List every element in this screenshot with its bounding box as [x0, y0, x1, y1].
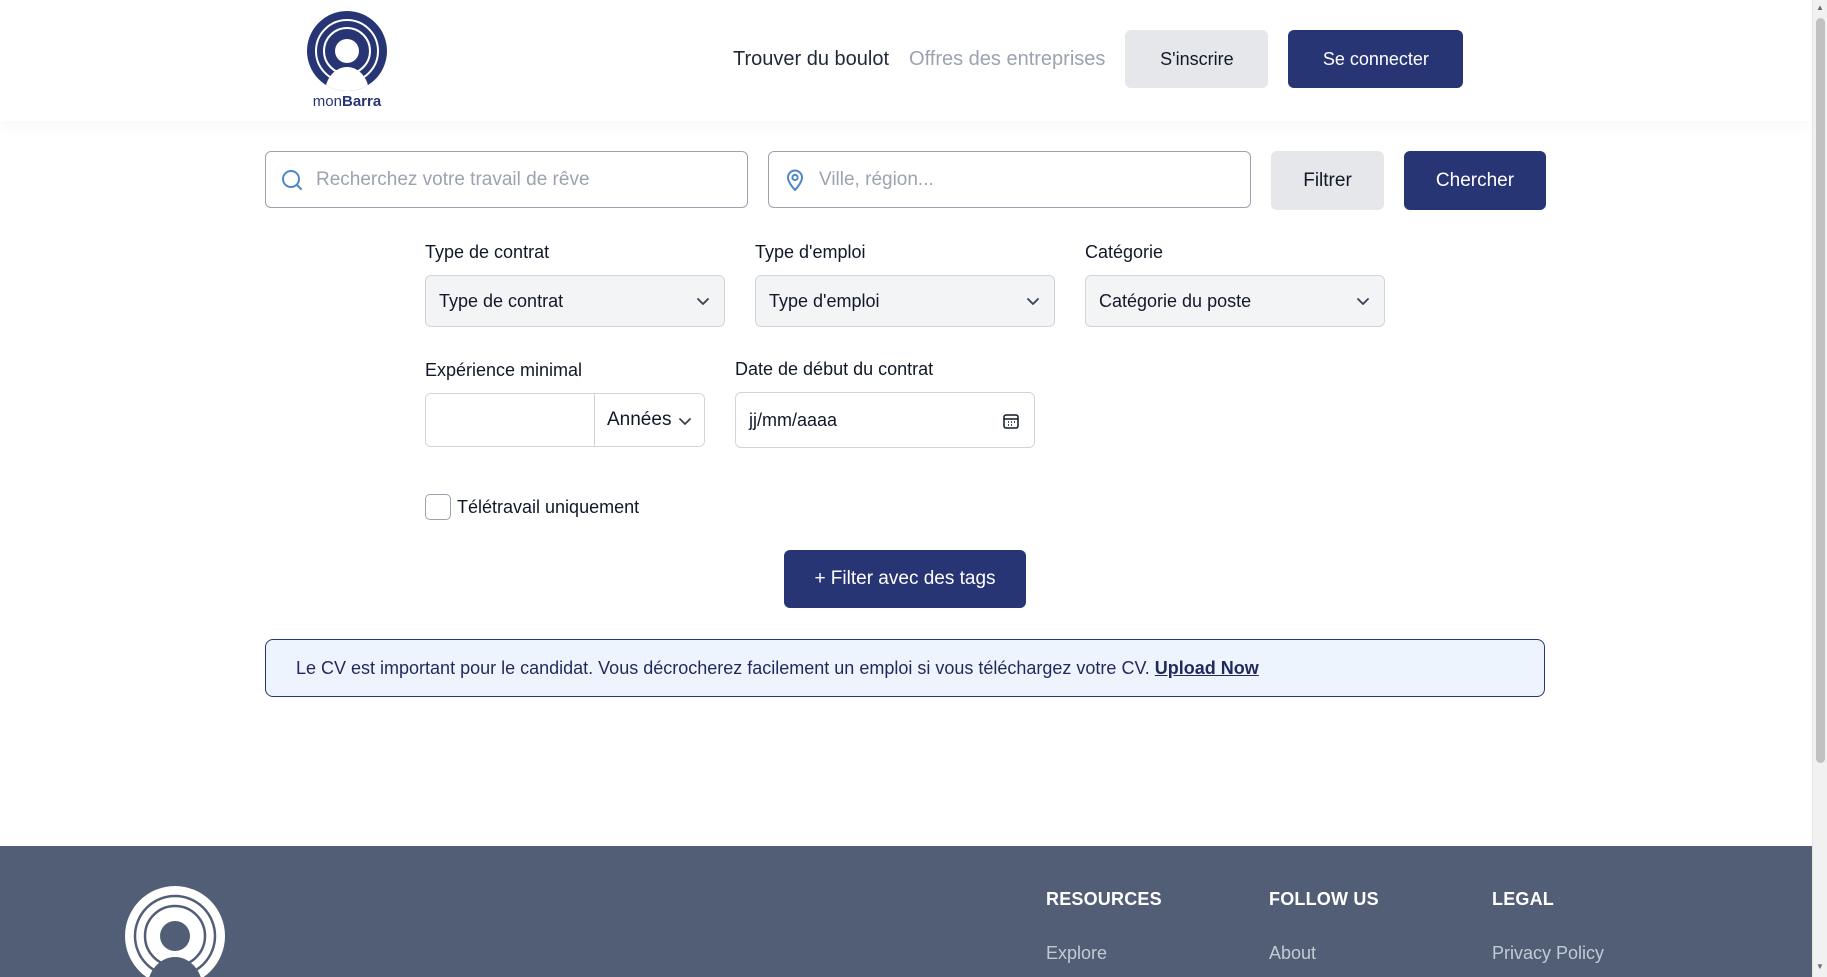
remote-only-checkbox[interactable] [425, 494, 451, 520]
experience-field: Années [425, 393, 705, 447]
remote-only-option: Télétravail uniquement [425, 494, 639, 520]
footer-privacy-link[interactable]: Privacy Policy [1492, 943, 1604, 964]
site-header: monBarra Trouver du boulot Offres des en… [0, 0, 1812, 121]
location-field [768, 151, 1251, 208]
location-input[interactable] [769, 152, 1250, 207]
contract-type-select[interactable]: Type de contrat [425, 275, 725, 327]
chevron-down-icon [697, 298, 709, 305]
experience-input[interactable] [426, 394, 594, 446]
filter-with-tags-button[interactable]: + Filter avec des tags [784, 550, 1026, 608]
footer-legal-column: LEGAL Privacy Policy [1492, 889, 1604, 964]
job-search-input[interactable] [266, 152, 747, 207]
start-date-label: Date de début du contrat [735, 359, 934, 379]
footer-explore-link[interactable]: Explore [1046, 943, 1162, 964]
job-search-field [265, 151, 748, 208]
scroll-up-arrow-icon[interactable]: ▲ [1815, 3, 1825, 13]
scroll-down-arrow-icon[interactable]: ▼ [1815, 962, 1825, 972]
footer-about-link[interactable]: About [1269, 943, 1379, 964]
footer-resources-column: RESOURCES Explore [1046, 889, 1162, 964]
calendar-icon[interactable] [1002, 412, 1020, 430]
location-pin-icon [787, 169, 803, 191]
filter-button[interactable]: Filtrer [1271, 151, 1384, 210]
experience-unit-select[interactable]: Années [594, 394, 704, 446]
category-label: Catégorie [1085, 242, 1164, 262]
chevron-down-icon [1357, 298, 1369, 305]
footer-follow-column: FOLLOW US About [1269, 889, 1379, 964]
page-scrollbar[interactable]: ▲ ▼ [1812, 0, 1827, 977]
start-date-value: jj/mm/aaaa [749, 409, 838, 430]
job-type-value: Type d'emploi [769, 290, 880, 311]
nav-company-offers[interactable]: Offres des entreprises [909, 48, 1105, 71]
contract-type-label: Type de contrat [425, 242, 550, 262]
category-value: Catégorie du poste [1099, 290, 1252, 311]
brand-wordmark: monBarra [312, 93, 382, 110]
search-icon [282, 170, 302, 190]
remote-only-label[interactable]: Télétravail uniquement [457, 497, 639, 518]
search-button[interactable]: Chercher [1404, 151, 1546, 210]
signup-button[interactable]: S'inscrire [1125, 30, 1269, 88]
chevron-down-icon [1027, 298, 1039, 305]
brand-logo[interactable]: monBarra [304, 11, 390, 110]
login-button[interactable]: Se connecter [1288, 30, 1464, 88]
scrollbar-thumb[interactable] [1816, 18, 1825, 763]
contract-type-value: Type de contrat [439, 290, 564, 311]
nav-find-jobs[interactable]: Trouver du boulot [733, 48, 889, 71]
cv-upload-banner: Le CV est important pour le candidat. Vo… [265, 639, 1545, 697]
main-nav: Trouver du boulot Offres des entreprises… [733, 30, 1464, 88]
experience-label: Expérience minimal [425, 360, 583, 380]
site-footer: RESOURCES Explore FOLLOW US About LEGAL … [0, 846, 1812, 977]
upload-now-link[interactable]: Upload Now [1155, 658, 1259, 679]
experience-unit-value: Années [607, 409, 672, 430]
footer-resources-title: RESOURCES [1046, 889, 1162, 909]
footer-follow-title: FOLLOW US [1269, 889, 1379, 909]
cv-banner-text: Le CV est important pour le candidat. Vo… [296, 657, 1150, 678]
start-date-input[interactable]: jj/mm/aaaa [735, 392, 1035, 448]
logo-icon [307, 11, 387, 91]
category-select[interactable]: Catégorie du poste [1085, 275, 1385, 327]
footer-logo-icon[interactable] [125, 886, 225, 977]
job-type-label: Type d'emploi [755, 242, 866, 262]
search-bar: Filtrer Chercher [265, 151, 1546, 210]
footer-legal-title: LEGAL [1492, 889, 1554, 909]
chevron-down-icon [679, 418, 691, 425]
job-type-select[interactable]: Type d'emploi [755, 275, 1055, 327]
